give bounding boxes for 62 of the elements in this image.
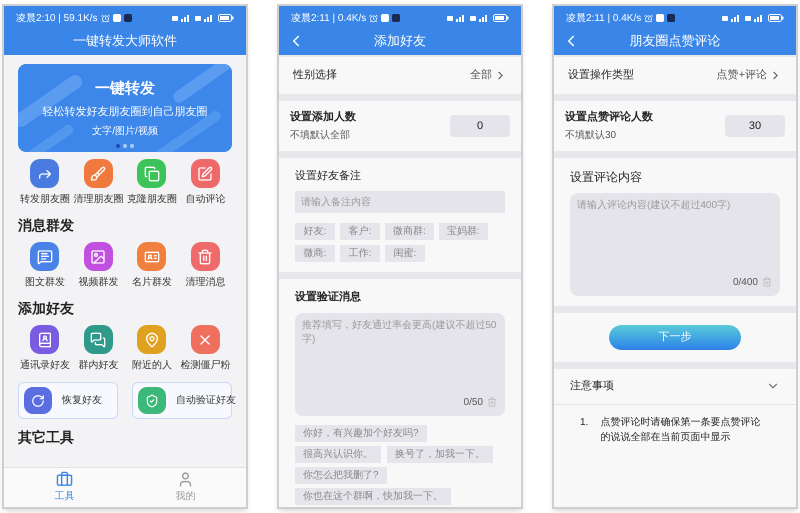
section-heading: 消息群发 — [18, 216, 75, 235]
tool-card[interactable]: 恢复好友 — [18, 382, 118, 419]
field-hint: 不填默认30 — [565, 128, 618, 142]
tool-button[interactable]: 清理朋友圈 — [72, 159, 125, 207]
field-hint: 不填默认全部 — [290, 128, 351, 142]
signal-icon — [722, 14, 742, 22]
tool-button[interactable]: 自动评论 — [178, 159, 232, 207]
banner-subtitle: 轻松转发好友朋友圈到自己朋友圈 — [42, 105, 208, 120]
promo-banner[interactable]: 一键转发 轻松转发好友朋友圈到自己朋友圈 文字/图片/视频 — [18, 64, 232, 152]
section-heading: 添加好友 — [18, 299, 75, 318]
note-number: 1. — [580, 416, 588, 430]
banner-note: 文字/图片/视频 — [92, 124, 158, 138]
signal-icon — [195, 14, 215, 22]
field-label: 设置添加人数 — [290, 110, 356, 125]
tool-button[interactable]: 图文群发 — [18, 242, 72, 290]
battery-icon — [493, 14, 509, 22]
screen-title: 一键转发大师软件 — [73, 32, 177, 50]
screen-title: 添加好友 — [374, 32, 426, 50]
field-label: 设置点赞评论人数 — [565, 110, 653, 125]
tool-button[interactable]: 克隆朋友圈 — [125, 159, 178, 207]
status-time: 凌晨2:10 | 59.1K/s — [16, 12, 98, 26]
tool-button[interactable]: 群内好友 — [72, 325, 125, 373]
tool-button[interactable]: 通讯录好友 — [18, 325, 72, 373]
text-field[interactable]: 请输入备注内容 — [295, 191, 505, 213]
tool-button[interactable]: 清理消息 — [178, 242, 232, 290]
trash-icon[interactable] — [487, 397, 497, 407]
field-label: 设置好友备注 — [295, 168, 362, 184]
alarm-clock-icon — [369, 14, 378, 22]
section-heading: 其它工具 — [18, 428, 75, 447]
status-time: 凌晨2:11 | 0.4K/s — [291, 12, 366, 26]
alarm-clock-icon — [100, 14, 110, 22]
tab[interactable]: 工具 — [4, 468, 125, 507]
field-label: 设置验证消息 — [295, 290, 362, 305]
tool-button[interactable]: 名片群发 — [125, 242, 178, 290]
person-icon — [177, 471, 194, 488]
signal-icon — [447, 14, 467, 22]
field-label: 设置操作类型 — [568, 68, 634, 84]
battery-icon — [218, 14, 234, 22]
select-value[interactable]: 全部 — [470, 67, 507, 84]
number-field[interactable]: 0 — [450, 114, 510, 137]
trash-icon[interactable] — [762, 277, 772, 287]
tool-button[interactable]: 视频群发 — [72, 242, 125, 290]
banner-title: 一键转发 — [95, 78, 155, 98]
signal-icon — [172, 14, 192, 22]
status-time: 凌晨2:11 | 0.4K/s — [566, 12, 642, 26]
toolbox-icon — [56, 471, 73, 488]
screen-title: 朋友圈点赞评论 — [630, 32, 720, 50]
note-text: 点赞评论时请确保第一条要点赞评论的说说全部在当前页面中显示 — [600, 416, 762, 444]
signal-icon — [470, 14, 490, 22]
section-label: 注意事项 — [570, 378, 614, 394]
field-label: 性别选择 — [293, 68, 337, 84]
signal-icon — [745, 14, 765, 22]
field-label: 设置评论内容 — [570, 168, 643, 186]
select-value[interactable]: 点赞+评论 — [716, 67, 782, 84]
character-counter: 0/50 — [464, 396, 483, 410]
battery-icon — [768, 14, 784, 22]
character-counter: 0/400 — [732, 276, 758, 290]
number-field[interactable]: 30 — [725, 114, 785, 137]
tool-button[interactable]: 转发朋友圈 — [18, 159, 72, 207]
tool-button[interactable]: 检测僵尸粉 — [178, 325, 232, 373]
alarm-clock-icon — [644, 14, 654, 22]
tool-button[interactable]: 附近的人 — [125, 325, 178, 373]
